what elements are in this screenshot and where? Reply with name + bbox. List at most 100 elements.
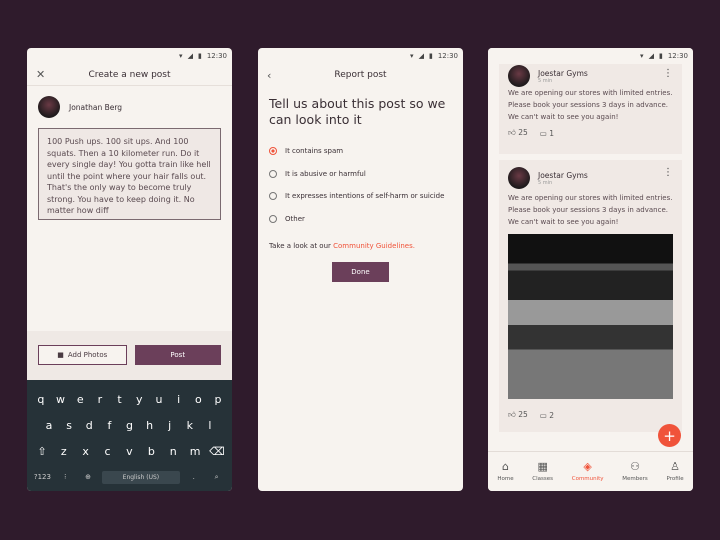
period-key[interactable]: . <box>185 473 203 481</box>
key-a[interactable]: a <box>40 419 58 432</box>
report-option[interactable]: It expresses intentions of self-harm or … <box>258 185 463 208</box>
more-icon[interactable]: ⋮ <box>663 168 673 178</box>
report-option[interactable]: It is abusive or harmful <box>258 163 463 186</box>
key-s[interactable]: s <box>60 419 78 432</box>
post-text: We are opening our stores with limited e… <box>508 89 673 121</box>
key-q[interactable]: q <box>32 393 50 406</box>
signal-icon: ◢ <box>187 52 193 60</box>
comment-button[interactable]: ▭ 1 <box>540 129 554 138</box>
comment-count: 2 <box>549 410 555 420</box>
nav-label: Classes <box>532 476 554 482</box>
nav-item-profile[interactable]: ♙ Profile <box>666 460 683 483</box>
post-text-input[interactable]: 100 Push ups. 100 sit ups. And 100 squat… <box>38 128 221 220</box>
key-t[interactable]: t <box>111 393 129 406</box>
space-key[interactable]: English (US) <box>101 470 180 484</box>
guide-prefix: Take a look at our <box>269 242 334 250</box>
key-i[interactable]: i <box>170 393 188 406</box>
key-z[interactable]: z <box>55 445 73 458</box>
key-w[interactable]: w <box>52 393 70 406</box>
add-post-button[interactable]: + <box>658 424 681 447</box>
key-h[interactable]: h <box>141 419 159 432</box>
signal-icon: ◢ <box>648 52 654 60</box>
globe-icon[interactable]: ⊕ <box>79 473 97 481</box>
add-photos-button[interactable]: ■ Add Photos <box>38 345 127 365</box>
done-button[interactable]: Done <box>332 262 389 282</box>
battery-icon: ▮ <box>658 52 663 60</box>
nav-item-community[interactable]: ◈ Community <box>572 461 604 483</box>
wifi-icon: ▾ <box>179 52 183 60</box>
option-label: Other <box>285 214 305 223</box>
report-option[interactable]: It contains spam <box>258 140 463 163</box>
like-button[interactable]: 👍︎ 25 <box>508 128 528 138</box>
avatar <box>508 167 530 189</box>
search-icon[interactable]: ⌕ <box>208 473 226 482</box>
radio-button[interactable] <box>269 214 277 223</box>
key-c[interactable]: c <box>99 445 117 458</box>
report-option[interactable]: Other <box>258 208 463 231</box>
profile-icon: ♙ <box>670 460 680 473</box>
key-v[interactable]: v <box>120 445 138 458</box>
status-bar: ▾ ◢ ▮ 12:30 <box>27 48 232 64</box>
post-time: 5 min <box>538 77 553 84</box>
avatar <box>38 96 60 118</box>
home-icon: ⌂ <box>501 460 509 473</box>
wifi-icon: ▾ <box>410 52 414 60</box>
page-title: Report post <box>334 70 387 80</box>
post-text: We are opening our stores with limited e… <box>508 194 673 226</box>
mic-icon[interactable]: ⁝ <box>56 473 74 481</box>
gym-photo[interactable] <box>508 234 673 399</box>
comment-button[interactable]: ▭ 2 <box>540 411 554 420</box>
key-j[interactable]: j <box>161 419 179 432</box>
symbols-key[interactable]: ?123 <box>33 473 51 481</box>
calendar-icon: ▦ <box>537 460 548 473</box>
key-x[interactable]: x <box>77 445 95 458</box>
option-label: It contains spam <box>285 147 344 156</box>
key-r[interactable]: r <box>91 393 109 406</box>
avatar <box>508 65 530 87</box>
like-count: 25 <box>518 128 528 137</box>
option-label: It expresses intentions of self-harm or … <box>285 192 445 201</box>
key-p[interactable]: p <box>209 393 227 406</box>
clock: 12:30 <box>437 52 458 60</box>
back-icon[interactable]: ‹ <box>267 69 271 82</box>
nav-item-home[interactable]: ⌂ Home <box>497 460 513 483</box>
key-b[interactable]: b <box>142 445 160 458</box>
key-k[interactable]: k <box>181 419 199 432</box>
key-e[interactable]: e <box>71 393 89 406</box>
community-guidelines-link[interactable]: Community Guidelines. <box>333 242 415 250</box>
key-u[interactable]: u <box>150 393 168 406</box>
create-post-screen: ▾ ◢ ▮ 12:30 ✕ Create a new post Jonathan Ber… <box>27 48 232 491</box>
keyboard: qwertyuiop asdfghjkl ⇧ z x c v b n m ⌫ ?123 ⁝ ⊕ Eng… <box>27 380 232 491</box>
bottom-nav: ⌂ Home ▦ Classes ◈ Community ⚇ Members ♙ Profile <box>488 451 693 491</box>
key-d[interactable]: d <box>80 419 98 432</box>
key-y[interactable]: y <box>130 393 148 406</box>
guidelines-text: Take a look at our Community Guidelines. <box>258 230 463 262</box>
radio-button[interactable] <box>269 192 277 201</box>
more-icon[interactable]: ⋮ <box>663 69 673 79</box>
wifi-icon: ▾ <box>640 52 644 60</box>
community-feed-screen: ▾ ◢ ▮ 12:30 Joestar Gyms 5 min ⋮ We are openi… <box>488 48 693 491</box>
radio-button[interactable] <box>269 147 277 156</box>
post-button[interactable]: Post <box>134 345 221 365</box>
camera-icon: ■ <box>57 351 64 359</box>
close-icon[interactable]: ✕ <box>36 68 45 81</box>
shift-icon[interactable]: ⇧ <box>33 445 51 458</box>
clock: 12:30 <box>206 52 227 60</box>
user-name: Jonathan Berg <box>69 102 123 112</box>
post-time: 5 min <box>538 179 553 186</box>
like-button[interactable]: 👍︎ 25 <box>508 410 528 420</box>
backspace-icon[interactable]: ⌫ <box>208 445 226 458</box>
nav-item-classes[interactable]: ▦ Classes <box>532 460 554 483</box>
nav-label: Members <box>622 476 648 482</box>
key-l[interactable]: l <box>201 419 219 432</box>
key-n[interactable]: n <box>164 445 182 458</box>
add-photos-label: Add Photos <box>67 351 108 359</box>
key-m[interactable]: m <box>186 445 204 458</box>
radio-button[interactable] <box>269 169 277 178</box>
nav-item-members[interactable]: ⚇ Members <box>622 460 648 483</box>
key-o[interactable]: o <box>189 393 207 406</box>
members-icon: ⚇ <box>630 460 640 473</box>
key-f[interactable]: f <box>100 419 118 432</box>
comment-count: 1 <box>549 128 555 138</box>
key-g[interactable]: g <box>120 419 138 432</box>
